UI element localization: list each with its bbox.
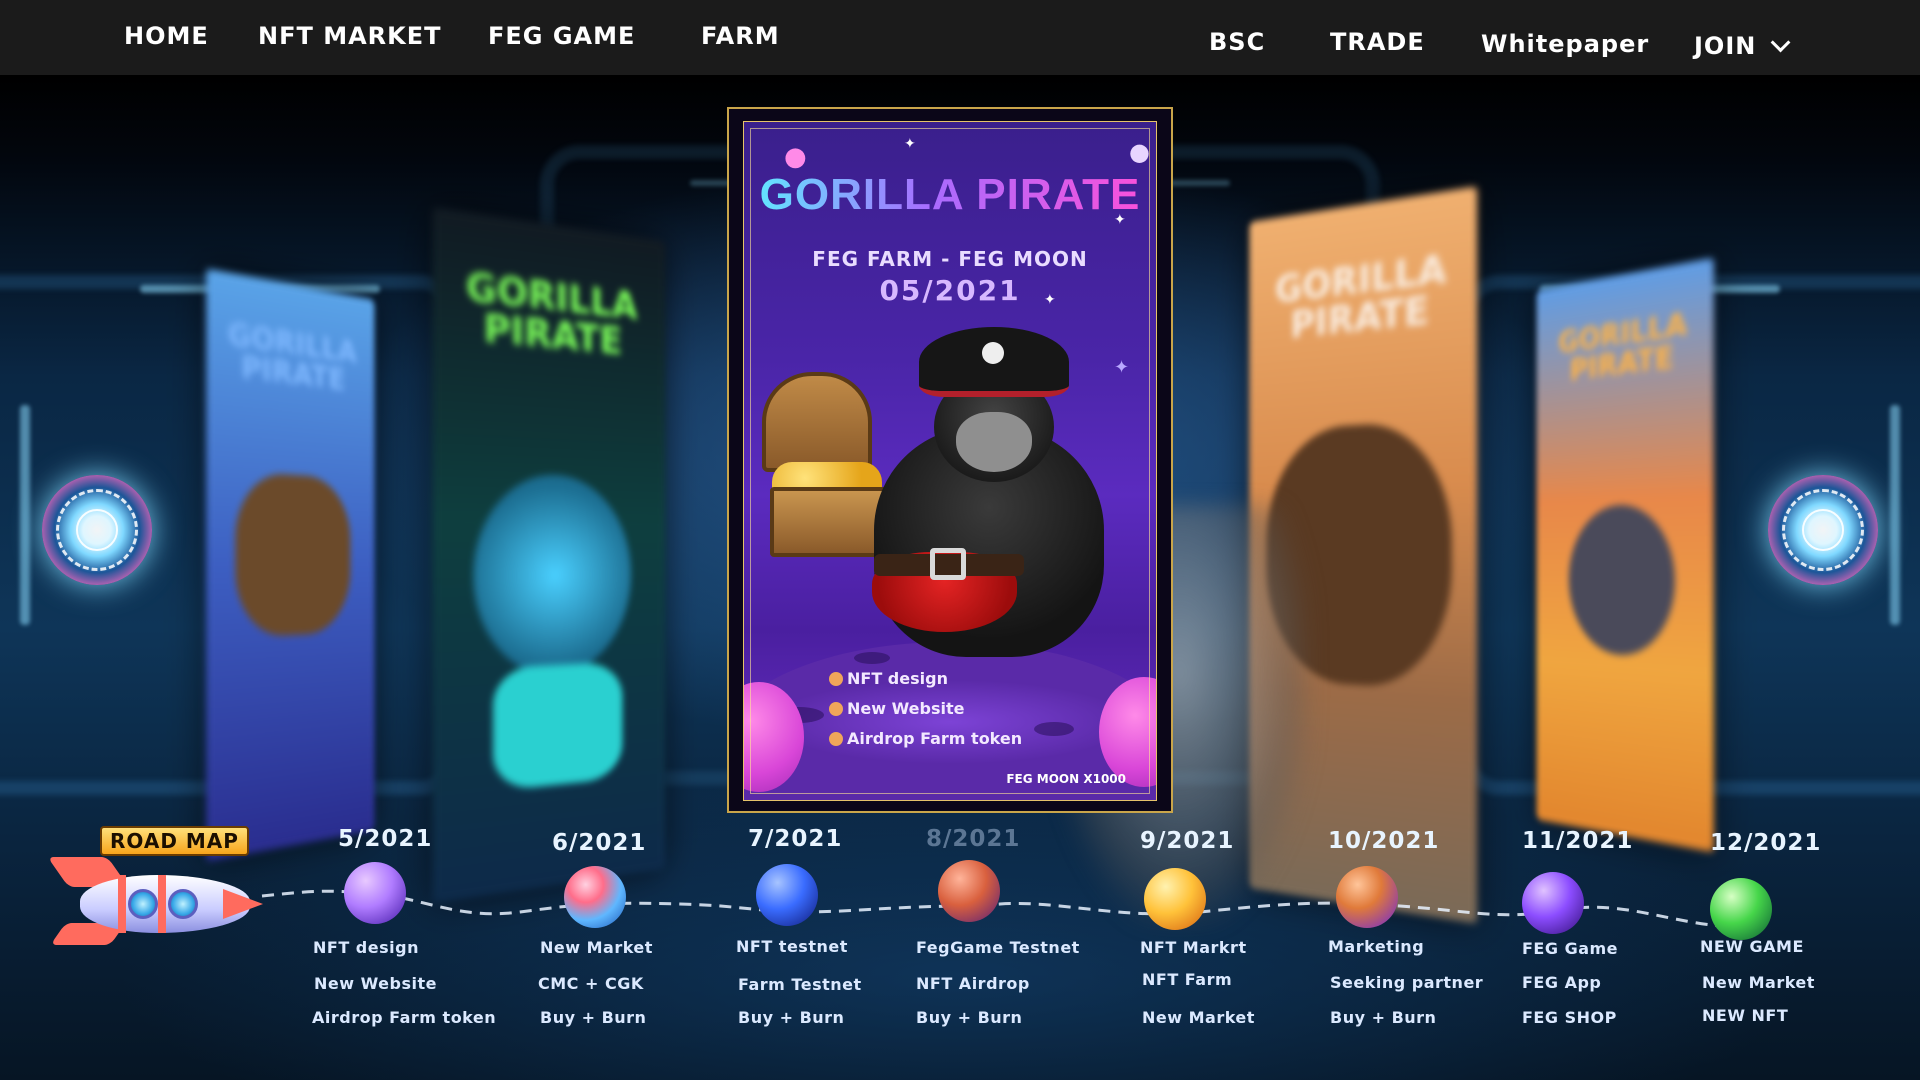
milestone-date: 8/2021 <box>926 826 1021 852</box>
rocket-bullet-icon <box>829 672 843 686</box>
nav-home[interactable]: HOME <box>124 0 209 75</box>
milestone-item: Buy + Burn <box>540 1008 647 1027</box>
featured-card-subtitle: FEG FARM - FEG MOON <box>812 247 1088 271</box>
carousel-next-portal-button[interactable] <box>1768 475 1878 585</box>
featured-nft-frame[interactable]: ✦ ✦ ✦ ✦ ● ● GORILLA PIRATE FEG FARM - FE… <box>727 107 1173 813</box>
gorilla-face <box>956 412 1032 472</box>
belt-buckle <box>930 548 966 580</box>
chevron-down-icon <box>1770 32 1791 52</box>
milestone-item: Airdrop Farm token <box>312 1008 497 1027</box>
milestone-date: 11/2021 <box>1522 828 1634 854</box>
milestone-item: New Market <box>1702 973 1815 992</box>
featured-card-footer: FEG MOON X1000 <box>1006 772 1126 786</box>
light-strip <box>1890 405 1900 625</box>
milestone-date: 10/2021 <box>1328 828 1440 854</box>
planet-icon: ● <box>784 142 807 172</box>
featured-list-item: Airdrop Farm token <box>829 724 1022 754</box>
top-navbar: HOME NFT MARKET FEG GAME FARM BSC TRADE … <box>0 0 1920 75</box>
milestone-item: FEG Game <box>1522 939 1619 958</box>
nav-feg-game[interactable]: FEG GAME <box>488 0 635 75</box>
roadmap-title: ROAD MAP <box>100 826 249 856</box>
planet-icon: ● <box>1129 138 1150 166</box>
planet-icon <box>344 862 406 924</box>
milestone-item: New Market <box>540 938 653 957</box>
featured-card-title: GORILLA PIRATE <box>744 170 1156 220</box>
nav-join-dropdown[interactable]: JOIN <box>1694 8 1791 83</box>
milestone-item: Buy + Burn <box>1330 1008 1437 1027</box>
nav-nft-market[interactable]: NFT MARKET <box>258 0 442 75</box>
nft-character <box>473 472 632 680</box>
roadmap: ROAD MAP 5/2021 NFT design New Website A… <box>0 820 1920 1080</box>
crater <box>854 652 890 664</box>
rocket-bullet-icon <box>829 702 843 716</box>
featured-nft-card: ✦ ✦ ✦ ✦ ● ● GORILLA PIRATE FEG FARM - FE… <box>743 121 1157 801</box>
nav-farm[interactable]: FARM <box>701 0 780 75</box>
milestone-item: CMC + CGK <box>538 974 644 993</box>
nft-card-title: GORILLA PIRATE <box>465 263 638 363</box>
milestone-item: FEG App <box>1522 973 1602 992</box>
nft-card-title: GORILLA PIRATE <box>1275 246 1447 347</box>
milestone-item: NFT Farm <box>1142 970 1233 989</box>
star-icon: ✦ <box>1114 357 1130 378</box>
planet-icon <box>1522 872 1584 934</box>
nav-join-label: JOIN <box>1694 31 1757 60</box>
planet-icon <box>756 864 818 926</box>
milestone-date: 5/2021 <box>338 826 433 852</box>
nft-character <box>235 471 351 638</box>
milestone-item: NEW GAME <box>1700 937 1804 956</box>
milestone-item: NFT design <box>313 938 419 957</box>
nav-trade[interactable]: TRADE <box>1330 6 1425 81</box>
featured-card-list: NFT design New Website Airdrop Farm toke… <box>829 664 1022 754</box>
planet-icon <box>1336 866 1398 928</box>
nft-card-2[interactable]: GORILLA PIRATE <box>432 206 666 904</box>
crater <box>1034 722 1074 736</box>
nft-card-1[interactable]: GORILLA PIRATE <box>206 268 375 862</box>
planet-icon <box>564 866 626 928</box>
milestone-item: NFT Markrt <box>1140 938 1247 957</box>
featured-card-date: 05/2021 <box>879 274 1021 307</box>
milestone-item: Buy + Burn <box>916 1008 1023 1027</box>
milestone-item: Marketing <box>1328 937 1425 956</box>
milestone-date: 6/2021 <box>552 830 647 856</box>
star-icon: ✦ <box>904 136 916 152</box>
milestone-item: NEW NFT <box>1702 1006 1789 1025</box>
nft-character-body <box>493 661 623 792</box>
milestone-item: NFT testnet <box>736 937 848 956</box>
nft-card-title: GORILLA PIRATE <box>227 316 357 398</box>
nft-card-title: GORILLA PIRATE <box>1558 306 1688 388</box>
milestone-item: FEG SHOP <box>1522 1008 1617 1027</box>
milestone-date: 7/2021 <box>748 826 843 852</box>
treasure-chest <box>762 372 888 557</box>
rocket-bullet-icon <box>829 732 843 746</box>
milestone-item: Seeking partner <box>1330 973 1484 992</box>
nft-card-4[interactable]: GORILLA PIRATE <box>1536 257 1714 853</box>
milestone-item: Buy + Burn <box>738 1008 845 1027</box>
milestone-item: FegGame Testnet <box>916 938 1080 957</box>
milestone-date: 9/2021 <box>1140 828 1235 854</box>
featured-list-item: New Website <box>829 694 1022 724</box>
nft-character <box>1568 503 1675 659</box>
rocket-icon <box>47 853 263 945</box>
planet-icon <box>1710 878 1772 940</box>
skull-icon <box>982 342 1004 364</box>
milestone-item: NFT Airdrop <box>916 974 1030 993</box>
milestone-date: 12/2021 <box>1710 830 1822 856</box>
milestone-item: New Website <box>314 974 437 993</box>
light-strip <box>20 405 30 625</box>
planet-icon <box>938 860 1000 922</box>
featured-list-item: NFT design <box>829 664 1022 694</box>
nav-whitepaper[interactable]: Whitepaper <box>1481 8 1649 83</box>
milestone-item: Farm Testnet <box>738 975 862 994</box>
milestone-item: New Market <box>1142 1008 1255 1027</box>
nav-bsc[interactable]: BSC <box>1209 6 1265 81</box>
planet-icon <box>1144 868 1206 930</box>
carousel-prev-portal-button[interactable] <box>42 475 152 585</box>
